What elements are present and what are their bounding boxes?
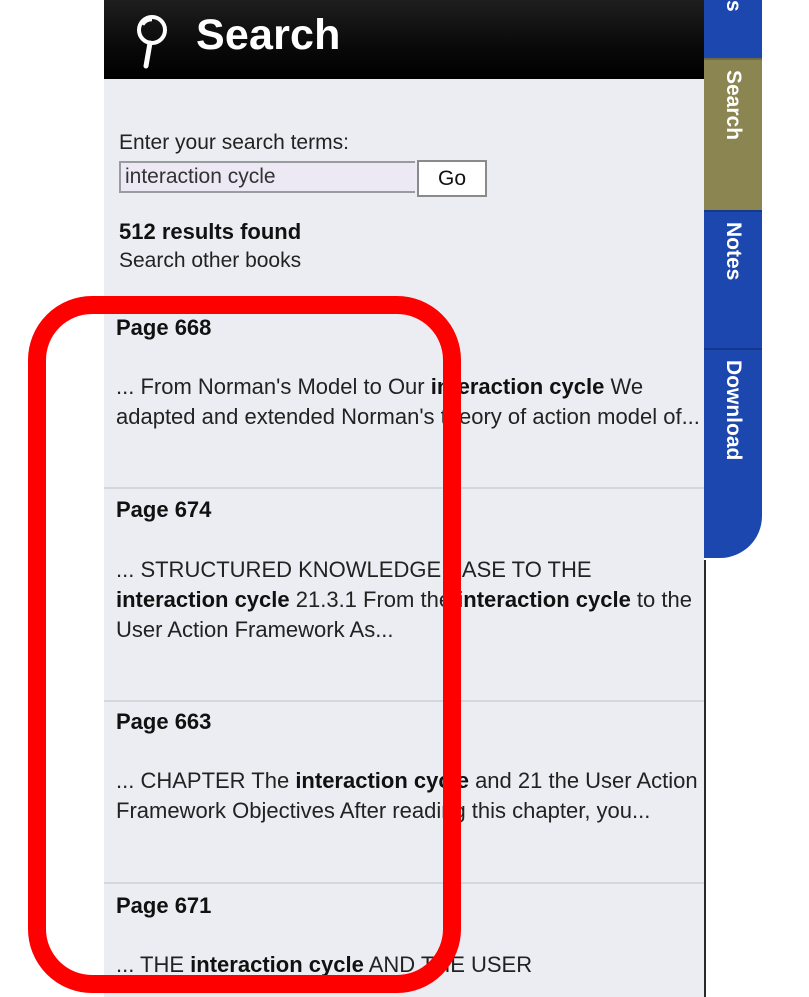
tab-search[interactable]: Search [704, 58, 762, 210]
result-page-link[interactable]: Page 668 [116, 315, 211, 341]
tab-label: Search [722, 70, 745, 141]
result-page-link[interactable]: Page 671 [116, 893, 211, 919]
results-count: 512 results found [119, 219, 302, 244]
result-page-link[interactable]: Page 674 [116, 497, 211, 523]
snippet-text: ... STRUCTURED KNOWLEDGE BASE TO THE [116, 557, 592, 582]
magnifier-icon [137, 15, 167, 69]
tab-strip-divider [704, 560, 706, 997]
result-divider [104, 882, 704, 884]
result-snippet: ... THE interaction cycle AND THE USER [116, 950, 701, 980]
search-header: Search [104, 0, 704, 79]
snippet-highlight: interaction cycle [295, 768, 469, 793]
search-other-books-link[interactable]: Search other books [119, 249, 301, 273]
tab-previous[interactable]: s [704, 0, 762, 58]
tab-download[interactable]: Download [704, 348, 762, 558]
go-button[interactable]: Go [417, 160, 487, 197]
snippet-highlight: interaction cycle [116, 587, 290, 612]
snippet-text: ... From Norman's Model to Our [116, 374, 431, 399]
result-snippet: ... STRUCTURED KNOWLEDGE BASE TO THE int… [116, 555, 701, 645]
snippet-text: ... CHAPTER The [116, 768, 296, 793]
snippet-text: AND THE USER [363, 952, 533, 977]
snippet-highlight: interaction cycle [190, 952, 364, 977]
result-divider [104, 487, 704, 489]
result-snippet: ... CHAPTER The interaction cycle and 21… [116, 766, 701, 826]
tab-notes[interactable]: Notes [704, 210, 762, 348]
snippet-highlight: interaction cycle [457, 587, 631, 612]
tab-label: s [722, 0, 745, 12]
result-snippet: ... From Norman's Model to Our interacti… [116, 372, 701, 432]
result-page-link[interactable]: Page 663 [116, 709, 211, 735]
header-title: Search [196, 11, 341, 59]
snippet-highlight: interaction cycle [430, 374, 605, 399]
snippet-text: ... THE [116, 952, 191, 977]
search-input[interactable] [119, 161, 415, 193]
search-prompt-label: Enter your search terms: [119, 131, 349, 154]
result-divider [104, 700, 704, 702]
tab-label: Notes [722, 222, 745, 281]
snippet-text: 21.3.1 From the [289, 587, 458, 612]
search-panel: Search Enter your search terms: Go 512 r… [104, 0, 704, 997]
tab-label: Download [722, 360, 745, 461]
